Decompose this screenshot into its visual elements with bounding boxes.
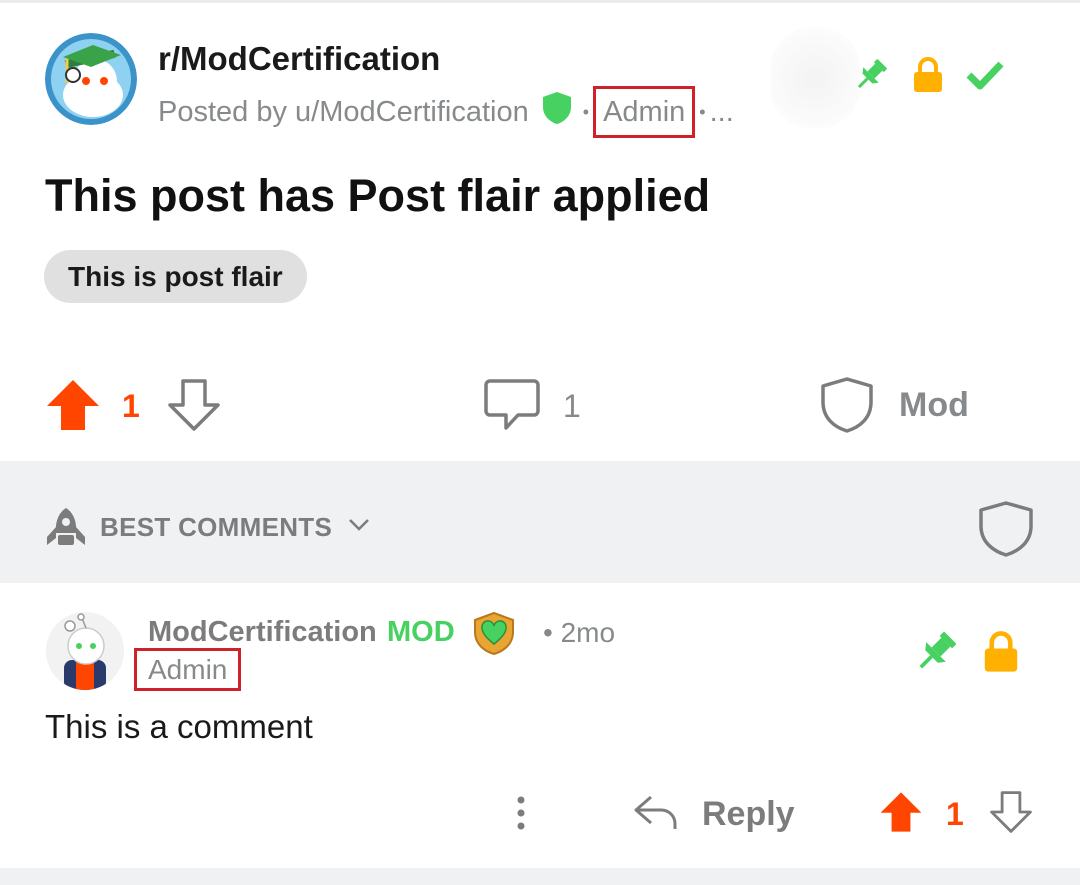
more-options-icon[interactable]	[514, 795, 528, 836]
comment-vote-count: 1	[946, 796, 964, 832]
comment-downvote-button[interactable]	[990, 790, 1032, 839]
downvote-button[interactable]	[168, 378, 220, 437]
mod-tools-button[interactable]: Mod	[899, 386, 969, 425]
subreddit-avatar[interactable]	[45, 33, 137, 125]
background-haze	[770, 28, 860, 128]
post-time-truncated: ...	[709, 95, 734, 128]
comment-author[interactable]: ModCertification	[148, 616, 377, 649]
comment-time: • 2mo	[543, 617, 616, 648]
chevron-down-icon[interactable]	[347, 517, 371, 538]
post-title[interactable]: This post has Post flair applied	[45, 170, 710, 222]
comment-body: This is a comment	[45, 708, 313, 745]
bottom-divider	[0, 868, 1080, 885]
mod-shield-outline-icon[interactable]	[978, 500, 1034, 563]
post-meta: Posted by u/ModCertification • Admin • .…	[158, 86, 734, 138]
lock-icon	[912, 56, 944, 99]
mod-badge: MOD	[387, 616, 455, 648]
subreddit-name[interactable]: r/ModCertification	[158, 40, 440, 78]
approved-check-icon	[966, 60, 1004, 95]
comment-author-avatar[interactable]	[46, 612, 124, 690]
posted-by[interactable]: Posted by u/ModCertification	[158, 96, 529, 129]
post-comment-count: 1	[563, 388, 581, 424]
comments-button[interactable]	[484, 378, 540, 437]
comment-status-icons	[912, 628, 1020, 681]
comment-user-flair: Admin	[134, 648, 242, 691]
upvote-button[interactable]	[45, 378, 101, 437]
pin-icon	[912, 628, 960, 681]
post-status-icons	[852, 56, 1004, 99]
pin-icon	[852, 56, 890, 99]
award-heart-icon[interactable]	[471, 610, 517, 661]
sort-label[interactable]: BEST COMMENTS	[100, 512, 332, 543]
comment-time-value: 2mo	[560, 617, 616, 648]
post-flair[interactable]: This is post flair	[44, 250, 307, 303]
comment-upvote-button[interactable]	[879, 790, 923, 839]
separator-dot: •	[582, 101, 590, 122]
user-flair: Admin	[593, 86, 696, 138]
post-vote-count: 1	[122, 388, 140, 424]
mod-shield-icon	[541, 91, 573, 133]
separator-dot: •	[699, 101, 706, 122]
reply-arrow-icon[interactable]	[633, 793, 679, 838]
reply-button[interactable]: Reply	[702, 795, 795, 834]
rocket-icon[interactable]	[44, 505, 88, 556]
lock-icon	[982, 630, 1020, 679]
mod-tools-shield-icon[interactable]	[820, 376, 874, 439]
top-divider	[0, 0, 1080, 3]
